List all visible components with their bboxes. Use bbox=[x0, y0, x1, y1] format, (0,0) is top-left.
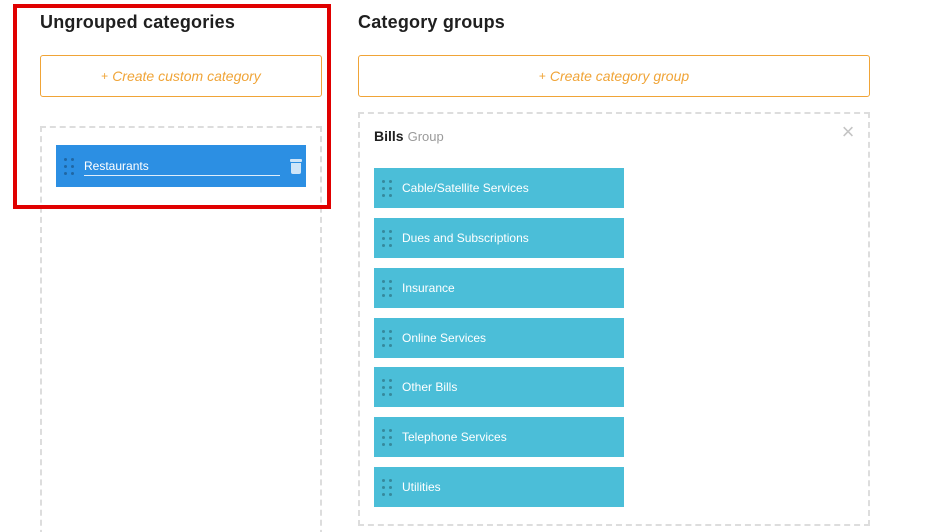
category-label: Utilities bbox=[402, 480, 441, 494]
create-category-group-button[interactable]: + Create category group bbox=[358, 55, 870, 97]
category-name-field[interactable]: Restaurants bbox=[84, 159, 280, 176]
category-item[interactable]: Online Services bbox=[374, 318, 624, 358]
category-label: Telephone Services bbox=[402, 430, 507, 444]
drag-handle-icon[interactable] bbox=[382, 277, 392, 299]
category-item[interactable]: Cable/Satellite Services bbox=[374, 168, 624, 208]
category-name: Restaurants bbox=[84, 158, 149, 173]
category-item[interactable]: Dues and Subscriptions bbox=[374, 218, 624, 258]
drag-handle-icon[interactable] bbox=[382, 327, 392, 349]
create-custom-category-button[interactable]: + Create custom category bbox=[40, 55, 322, 97]
group-subtitle: Group bbox=[407, 129, 444, 144]
close-icon[interactable]: × bbox=[838, 121, 858, 143]
category-item[interactable]: Telephone Services bbox=[374, 417, 624, 457]
create-category-group-label: Create category group bbox=[549, 68, 690, 84]
category-item[interactable]: Utilities bbox=[374, 467, 624, 507]
ungrouped-categories-title: Ungrouped categories bbox=[40, 12, 236, 32]
drag-handle-icon[interactable] bbox=[382, 376, 392, 398]
category-item-restaurants[interactable]: Restaurants bbox=[56, 145, 306, 187]
drag-handle-icon[interactable] bbox=[64, 155, 74, 177]
group-header: Bills Group bbox=[374, 128, 444, 144]
category-label: Cable/Satellite Services bbox=[402, 181, 529, 195]
category-label: Dues and Subscriptions bbox=[402, 231, 529, 245]
create-custom-category-label: Create custom category bbox=[112, 68, 261, 84]
drag-handle-icon[interactable] bbox=[382, 426, 392, 448]
group-name: Bills bbox=[374, 128, 404, 144]
category-item[interactable]: Other Bills bbox=[374, 367, 624, 407]
category-item[interactable]: Insurance bbox=[374, 268, 624, 308]
plus-icon: + bbox=[538, 69, 546, 83]
drag-handle-icon[interactable] bbox=[382, 227, 392, 249]
category-label: Insurance bbox=[402, 281, 455, 295]
category-groups-title: Category groups bbox=[358, 12, 506, 32]
trash-icon[interactable] bbox=[290, 158, 302, 174]
drag-handle-icon[interactable] bbox=[382, 476, 392, 498]
drag-handle-icon[interactable] bbox=[382, 177, 392, 199]
category-label: Online Services bbox=[402, 331, 487, 345]
plus-icon: + bbox=[101, 69, 109, 83]
category-label: Other Bills bbox=[402, 380, 458, 394]
